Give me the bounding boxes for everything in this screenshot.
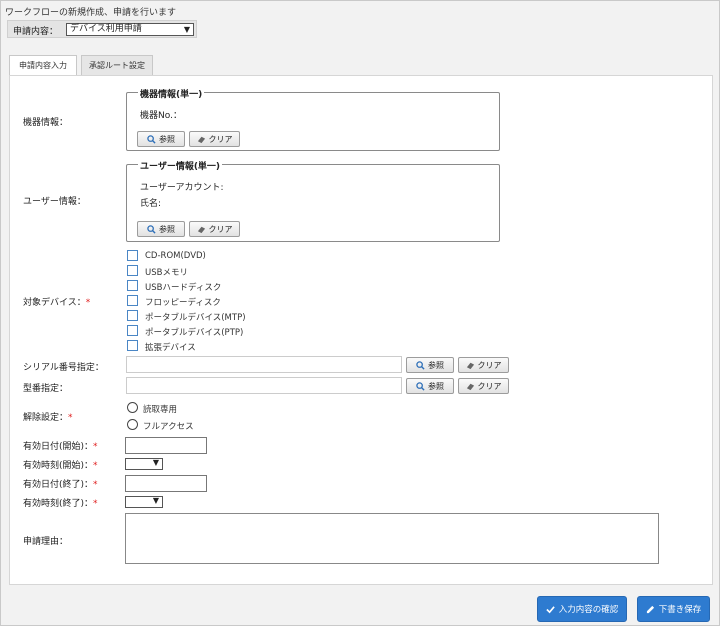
serial-input[interactable] — [126, 356, 402, 373]
model-label: 型番指定： — [23, 384, 69, 394]
chevron-down-icon: ▼ — [152, 458, 159, 467]
user-clear-button[interactable]: クリア — [189, 221, 240, 237]
search-icon — [147, 224, 156, 234]
save-draft-label: 下書き保存 — [658, 605, 702, 615]
tab-request-input[interactable]: 申請内容入力 — [9, 55, 77, 76]
required-mark: * — [93, 442, 98, 452]
device-option-checkbox[interactable] — [127, 295, 138, 306]
device-ref-label: 参照 — [159, 134, 175, 144]
model-clear-label: クリア — [477, 381, 502, 391]
valid-from-date-label: 有効日付(開始)：* — [23, 439, 98, 452]
serial-ref-label: 参照 — [428, 360, 444, 370]
device-clear-label: クリア — [208, 134, 233, 144]
release-label: 解除設定：* — [23, 410, 73, 423]
release-option-label: 読取専用 — [143, 405, 178, 415]
model-ref-button[interactable]: 参照 — [406, 378, 454, 394]
serial-label: シリアル番号指定： — [23, 363, 104, 373]
device-option-checkbox[interactable] — [127, 325, 138, 336]
model-input[interactable] — [126, 377, 402, 394]
eraser-icon — [466, 383, 474, 390]
check-icon — [546, 605, 555, 613]
valid-from-time-label: 有効時刻(開始)：* — [23, 458, 98, 471]
device-option-checkbox[interactable] — [127, 310, 138, 321]
confirm-label: 入力内容の確認 — [558, 605, 619, 615]
chevron-down-icon: ▼ — [183, 25, 190, 34]
target-device-label: 対象デバイス：* — [23, 295, 90, 308]
valid-from-date-label-text: 有効日付(開始)： — [23, 442, 94, 452]
device-option-checkbox[interactable] — [127, 265, 138, 276]
required-mark: * — [93, 480, 98, 490]
valid-from-date-input[interactable] — [125, 437, 207, 454]
device-option-label: フロッピーディスク — [145, 298, 221, 308]
device-info-label: 機器情報： — [23, 118, 69, 128]
device-option-label: ポータブルデバイス(PTP) — [145, 328, 244, 338]
confirm-button[interactable]: 入力内容の確認 — [537, 596, 627, 622]
workflow-window: ワークフローの新規作成、申請を行います 申請内容： デバイス利用申請 ▼ 申請内… — [0, 0, 720, 626]
search-icon — [147, 134, 156, 144]
release-radio-readonly[interactable] — [127, 402, 138, 413]
user-account-label: ユーザーアカウント: — [140, 183, 224, 193]
valid-from-time-label-text: 有効時刻(開始)： — [23, 461, 94, 471]
form-panel: 機器情報： 機器情報(単一) 機器No.： 参照 クリア ユーザー情報： ユーザ… — [9, 75, 713, 585]
release-label-text: 解除設定： — [23, 413, 69, 423]
tab-approval-route[interactable]: 承認ルート設定 — [81, 55, 153, 75]
request-type-bar: 申請内容： デバイス利用申請 ▼ — [7, 20, 197, 38]
device-option-checkbox[interactable] — [127, 250, 138, 261]
release-option-label: フルアクセス — [143, 422, 194, 432]
serial-ref-button[interactable]: 参照 — [406, 357, 454, 373]
device-no-label: 機器No.： — [140, 111, 182, 121]
eraser-icon — [197, 136, 205, 143]
device-option-label: ポータブルデバイス(MTP) — [145, 313, 246, 323]
valid-to-date-label: 有効日付(終了)：* — [23, 477, 98, 490]
required-mark: * — [93, 461, 98, 471]
reason-textarea[interactable] — [125, 513, 659, 564]
device-option-label: USBメモリ — [145, 268, 188, 278]
user-ref-label: 参照 — [159, 224, 175, 234]
user-ref-button[interactable]: 参照 — [137, 221, 185, 237]
serial-clear-label: クリア — [477, 360, 502, 370]
release-radio-fullaccess[interactable] — [127, 419, 138, 430]
device-option-checkbox[interactable] — [127, 280, 138, 291]
eraser-icon — [197, 226, 205, 233]
device-option-checkbox[interactable] — [127, 340, 138, 351]
device-info-title: 機器情報(単一) — [138, 87, 205, 100]
model-ref-label: 参照 — [428, 381, 444, 391]
reason-label: 申請理由： — [23, 537, 69, 547]
search-icon — [416, 381, 425, 391]
eraser-icon — [466, 362, 474, 369]
valid-to-time-select[interactable]: ▼ — [125, 496, 163, 508]
device-option-label: CD-ROM(DVD) — [145, 251, 206, 261]
request-type-value: デバイス利用申請 — [70, 24, 142, 34]
pencil-icon — [646, 605, 654, 613]
device-option-label: USBハードディスク — [145, 283, 222, 293]
user-clear-label: クリア — [208, 224, 233, 234]
user-info-title: ユーザー情報(単一) — [138, 159, 223, 172]
valid-from-time-select[interactable]: ▼ — [125, 458, 163, 470]
valid-to-time-label-text: 有効時刻(終了)： — [23, 499, 94, 509]
serial-clear-button[interactable]: クリア — [458, 357, 509, 373]
model-clear-button[interactable]: クリア — [458, 378, 509, 394]
user-info-label: ユーザー情報： — [23, 197, 86, 207]
required-mark: * — [85, 298, 91, 308]
save-draft-button[interactable]: 下書き保存 — [637, 596, 710, 622]
required-mark: * — [93, 499, 98, 509]
search-icon — [416, 360, 425, 370]
device-option-label: 拡張デバイス — [145, 343, 196, 353]
required-mark: * — [68, 413, 73, 423]
device-ref-button[interactable]: 参照 — [137, 131, 185, 147]
request-type-label: 申請内容： — [13, 27, 59, 37]
request-type-select[interactable]: デバイス利用申請 ▼ — [66, 23, 194, 36]
page-description: ワークフローの新規作成、申請を行います — [5, 8, 177, 18]
target-device-label-text: 対象デバイス： — [23, 298, 86, 308]
device-clear-button[interactable]: クリア — [189, 131, 240, 147]
user-name-label: 氏名: — [140, 199, 162, 209]
valid-to-date-label-text: 有効日付(終了)： — [23, 480, 94, 490]
chevron-down-icon: ▼ — [152, 496, 159, 505]
valid-to-time-label: 有効時刻(終了)：* — [23, 496, 98, 509]
valid-to-date-input[interactable] — [125, 475, 207, 492]
